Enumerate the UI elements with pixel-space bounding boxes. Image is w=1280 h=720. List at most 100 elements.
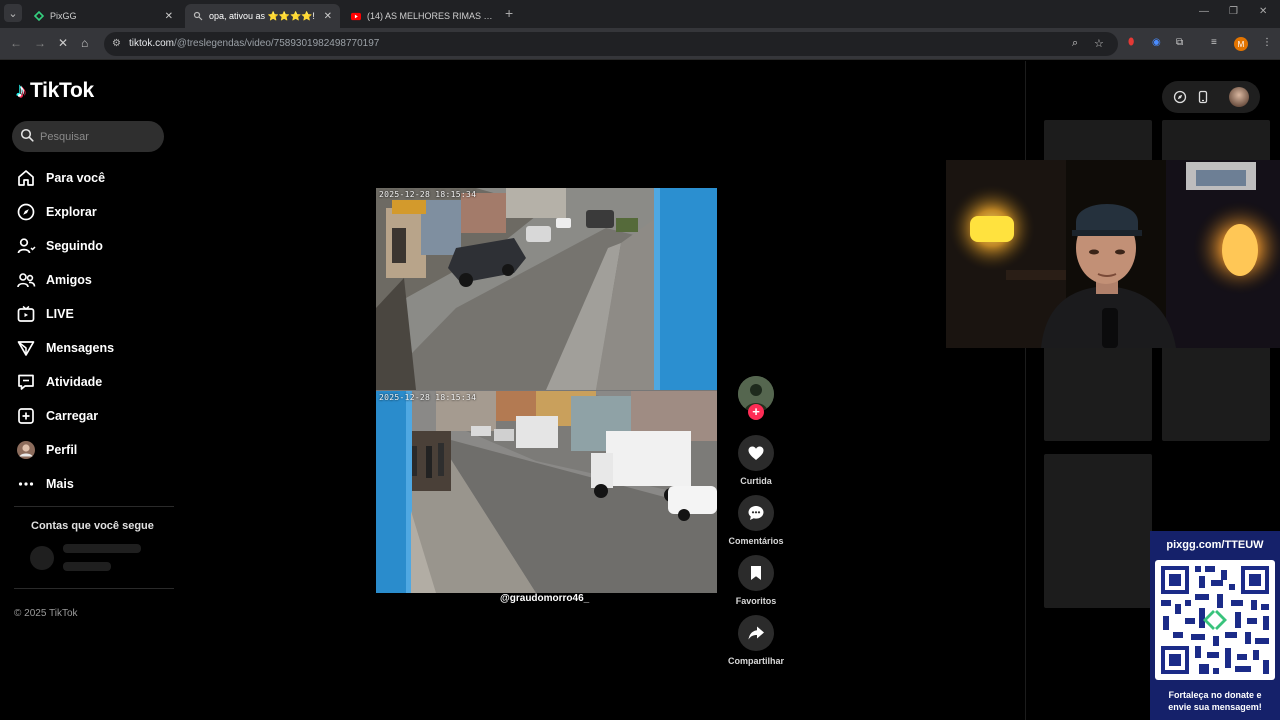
user-avatar[interactable] (1229, 87, 1249, 107)
sidebar-item-label: Mensagens (46, 341, 115, 355)
video-player[interactable]: 2025-12-28 18:15:34 2025-12-28 18:15:34 (376, 188, 717, 593)
pixgg-favicon-icon (34, 11, 44, 21)
sidebar-item-label: Para você (46, 171, 106, 185)
heart-icon (748, 446, 764, 460)
user-follow-icon (17, 238, 36, 254)
share-arrow-icon (748, 626, 764, 640)
bookmark-star-icon[interactable]: ☆ (1094, 37, 1104, 50)
sidebar-item-label: Seguindo (46, 239, 103, 253)
browser-menu-icon[interactable]: ⋮ (1262, 37, 1272, 48)
extension-sound-icon[interactable]: ◉ (1152, 37, 1161, 48)
message-box-icon (18, 374, 34, 390)
home-icon (18, 170, 34, 186)
extensions-puzzle-icon[interactable]: ⧉ (1176, 37, 1183, 48)
stop-loading-icon[interactable]: ✕ (58, 36, 68, 50)
comment-icon (748, 506, 764, 520)
search-icon[interactable] (20, 128, 34, 142)
tab-title: (14) AS MELHORES RIMAS DA (367, 11, 493, 21)
live-tv-icon (17, 305, 35, 322)
bookmark-icon (751, 566, 761, 580)
donation-qr-code[interactable] (1155, 560, 1275, 680)
comments-label: Comentários (728, 536, 784, 546)
cctv-timestamp: 2025-12-28 18:15:34 (379, 190, 477, 199)
sidebar-item-label: Explorar (46, 205, 97, 219)
loading-avatar-placeholder (30, 546, 54, 570)
address-toolbar: ← → ✕ ⌂ ⚙ tiktok.com/@treslegendas/video… (0, 28, 1280, 60)
cctv-frame-top: 2025-12-28 18:15:34 (376, 188, 717, 390)
browser-tab-bar: ⌄ PixGG ✕ opa, ativou as ⭐⭐⭐⭐! ✕ (14) AS… (0, 0, 1280, 28)
sidebar-divider (14, 588, 174, 589)
cctv-frame-bottom: 2025-12-28 18:15:34 (376, 391, 717, 593)
sidebar-item-live[interactable]: LIVE (16, 297, 176, 331)
like-button[interactable]: Curtida (728, 435, 784, 486)
pixgg-donation-panel: pixgg.com/TTEUW Fortaleça no donate e en… (1150, 531, 1280, 720)
sidebar-item-perfil[interactable]: Perfil (16, 433, 176, 467)
tab-search-button[interactable]: ⌄ (4, 4, 22, 22)
following-section-title: Contas que você segue (31, 520, 154, 532)
close-window-icon[interactable]: ✕ (1259, 6, 1267, 17)
share-button[interactable]: Compartilhar (728, 615, 784, 666)
sidebar-item-label: Carregar (46, 409, 99, 423)
back-icon[interactable]: ← (10, 36, 22, 50)
link-favicon-icon (193, 11, 203, 21)
sidebar-item-seguindo[interactable]: Seguindo (16, 229, 176, 263)
profile-avatar (17, 441, 35, 459)
friends-icon (17, 273, 36, 288)
phone-icon[interactable] (1196, 90, 1210, 104)
address-bar[interactable]: ⚙ tiktok.com/@treslegendas/video/7589301… (104, 32, 1118, 56)
sidebar-item-para-voce[interactable]: Para você (16, 161, 176, 195)
sidebar-divider (14, 506, 174, 507)
sidebar-item-mais[interactable]: Mais (16, 467, 176, 501)
copyright-text: © 2025 TikTok (14, 608, 78, 619)
restore-icon[interactable]: ❐ (1229, 6, 1238, 17)
search-box[interactable] (12, 121, 164, 152)
sidebar-item-mensagens[interactable]: Mensagens (16, 331, 176, 365)
tab-title: opa, ativou as ⭐⭐⭐⭐! (209, 10, 315, 21)
upload-plus-icon (18, 408, 34, 424)
compass-icon (17, 203, 35, 221)
extension-shield-icon[interactable]: ⬮ (1128, 37, 1134, 48)
minimize-icon[interactable]: — (1199, 6, 1209, 17)
comments-button[interactable]: Comentários (728, 495, 784, 546)
video-thumbnail-placeholder[interactable] (1044, 454, 1152, 608)
tab-youtube[interactable]: (14) AS MELHORES RIMAS DA (343, 4, 501, 28)
compass-small-icon[interactable] (1173, 90, 1187, 104)
loading-text-placeholder (63, 562, 111, 571)
loading-text-placeholder (63, 544, 141, 553)
favorites-button[interactable]: Favoritos (728, 555, 784, 606)
sidebar-item-carregar[interactable]: Carregar (16, 399, 176, 433)
site-info-icon[interactable]: ⚙ (112, 38, 121, 49)
close-tab-icon[interactable]: ✕ (165, 11, 173, 22)
tiktok-note-icon: ♪ (16, 79, 26, 102)
youtube-favicon-icon (351, 11, 361, 21)
close-tab-icon[interactable]: ✕ (324, 11, 332, 22)
sidebar-item-label: Atividade (46, 375, 103, 389)
media-queue-icon[interactable]: ≡ (1211, 37, 1217, 48)
home-browser-icon[interactable]: ⌂ (81, 36, 88, 50)
donation-message: Fortaleça no donate e envie sua mensagem… (1168, 690, 1262, 712)
new-tab-button[interactable]: + (505, 5, 513, 21)
tiktok-logo[interactable]: ♪ TikTok (16, 79, 94, 103)
tiktok-wordmark: TikTok (30, 79, 94, 102)
sidebar-item-explorar[interactable]: Explorar (16, 195, 176, 229)
browser-profile-avatar[interactable]: M (1234, 37, 1248, 51)
sidebar-item-amigos[interactable]: Amigos (16, 263, 176, 297)
sidebar-item-label: Amigos (46, 273, 92, 287)
search-input[interactable] (40, 121, 160, 152)
paper-plane-icon (17, 341, 35, 356)
zoom-icon[interactable]: ⌕ (1072, 37, 1078, 50)
tab-tiktok[interactable]: opa, ativou as ⭐⭐⭐⭐! ✕ (185, 4, 340, 28)
tab-pixgg[interactable]: PixGG ✕ (26, 4, 181, 28)
tab-title: PixGG (50, 11, 77, 21)
sidebar-item-atividade[interactable]: Atividade (16, 365, 176, 399)
forward-icon[interactable]: → (34, 36, 46, 50)
video-watermark-username[interactable]: @graudomorro46_ (500, 593, 589, 604)
more-dots-icon (18, 482, 34, 486)
pixgg-url[interactable]: pixgg.com/TTEUW (1150, 539, 1280, 551)
sidebar-item-label: Mais (46, 477, 74, 491)
streamer-webcam-overlay (946, 160, 1280, 348)
url-text[interactable]: tiktok.com/@treslegendas/video/758930198… (129, 38, 379, 49)
share-label: Compartilhar (728, 656, 785, 666)
favorites-label: Favoritos (735, 596, 777, 606)
follow-plus-button[interactable]: + (748, 404, 764, 420)
